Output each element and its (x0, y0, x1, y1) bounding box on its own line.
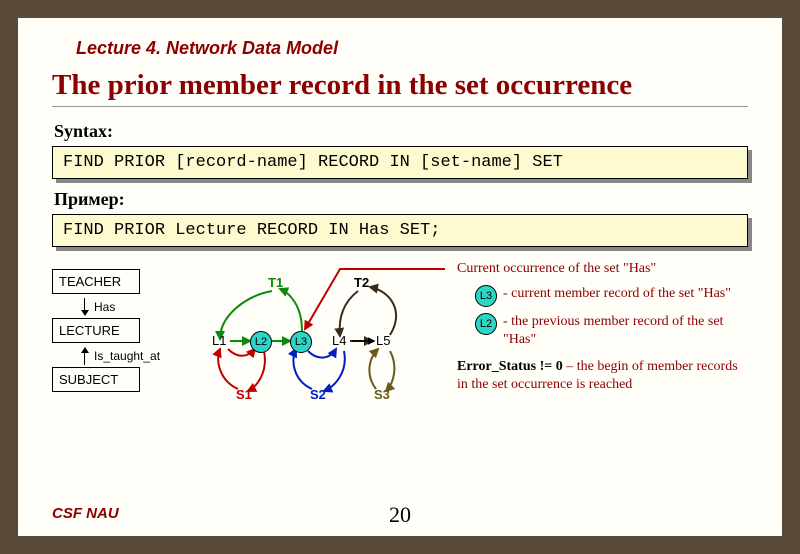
network-diagram: T1 T2 L1 L2 L3 L4 L5 S1 S2 S3 (190, 261, 450, 421)
node-t1-label: T1 (268, 275, 283, 290)
example-box: FIND PRIOR Lecture RECORD IN Has SET; (52, 214, 748, 247)
error-dash: – (563, 359, 577, 374)
divider (52, 106, 748, 107)
syntax-code: FIND PRIOR [record-name] RECORD IN [set-… (52, 146, 748, 179)
entity-teacher: TEACHER (52, 269, 140, 294)
entity-subject: SUBJECT (52, 367, 140, 392)
slide: Lecture 4. Network Data Model The prior … (18, 18, 782, 536)
node-l5-label: L5 (376, 333, 390, 348)
lecture-tag: Lecture 4. Network Data Model (76, 38, 748, 59)
syntax-label: Syntax: (54, 121, 748, 142)
legend-node-l2: L2 (475, 313, 497, 335)
example-code: FIND PRIOR Lecture RECORD IN Has SET; (52, 214, 748, 247)
node-l3: L3 (290, 331, 312, 353)
er-schema: TEACHER Has LECTURE Is_taught_at SUBJECT (52, 269, 192, 394)
legend-error: Error_Status != 0 – the begin of member … (457, 358, 747, 393)
legend-text-l2: - the previous member record of the set … (503, 313, 747, 348)
legend-row-l3: L3 - current member record of the set "H… (475, 285, 747, 307)
legend-text-l3: - current member record of the set "Has" (503, 285, 747, 303)
syntax-box: FIND PRIOR [record-name] RECORD IN [set-… (52, 146, 748, 179)
legend-row-l2: L2 - the previous member record of the s… (475, 313, 747, 348)
entity-lecture: LECTURE (52, 318, 140, 343)
node-t2-label: T2 (354, 275, 369, 290)
legend-node-l3: L3 (475, 285, 497, 307)
rel-has-label: Has (94, 300, 115, 314)
page-number: 20 (18, 502, 782, 528)
legend-heading: Current occurrence of the set "Has" (457, 261, 747, 277)
rel-has: Has (52, 296, 192, 318)
node-s3-label: S3 (374, 387, 390, 402)
arrow-up-icon (80, 347, 90, 365)
node-l1-label: L1 (212, 333, 226, 348)
error-label: Error_Status != 0 (457, 359, 563, 374)
page-title: The prior member record in the set occur… (52, 69, 748, 102)
lower-area: TEACHER Has LECTURE Is_taught_at SUBJECT (52, 261, 748, 491)
node-s1-label: S1 (236, 387, 252, 402)
rel-taught-label: Is_taught_at (94, 349, 160, 363)
arrow-down-icon (80, 298, 90, 316)
node-s2-label: S2 (310, 387, 326, 402)
node-l4-label: L4 (332, 333, 346, 348)
example-label: Пример: (54, 189, 748, 210)
rel-taught: Is_taught_at (52, 345, 192, 367)
legend: Current occurrence of the set "Has" L3 -… (457, 261, 747, 393)
node-l2: L2 (250, 331, 272, 353)
